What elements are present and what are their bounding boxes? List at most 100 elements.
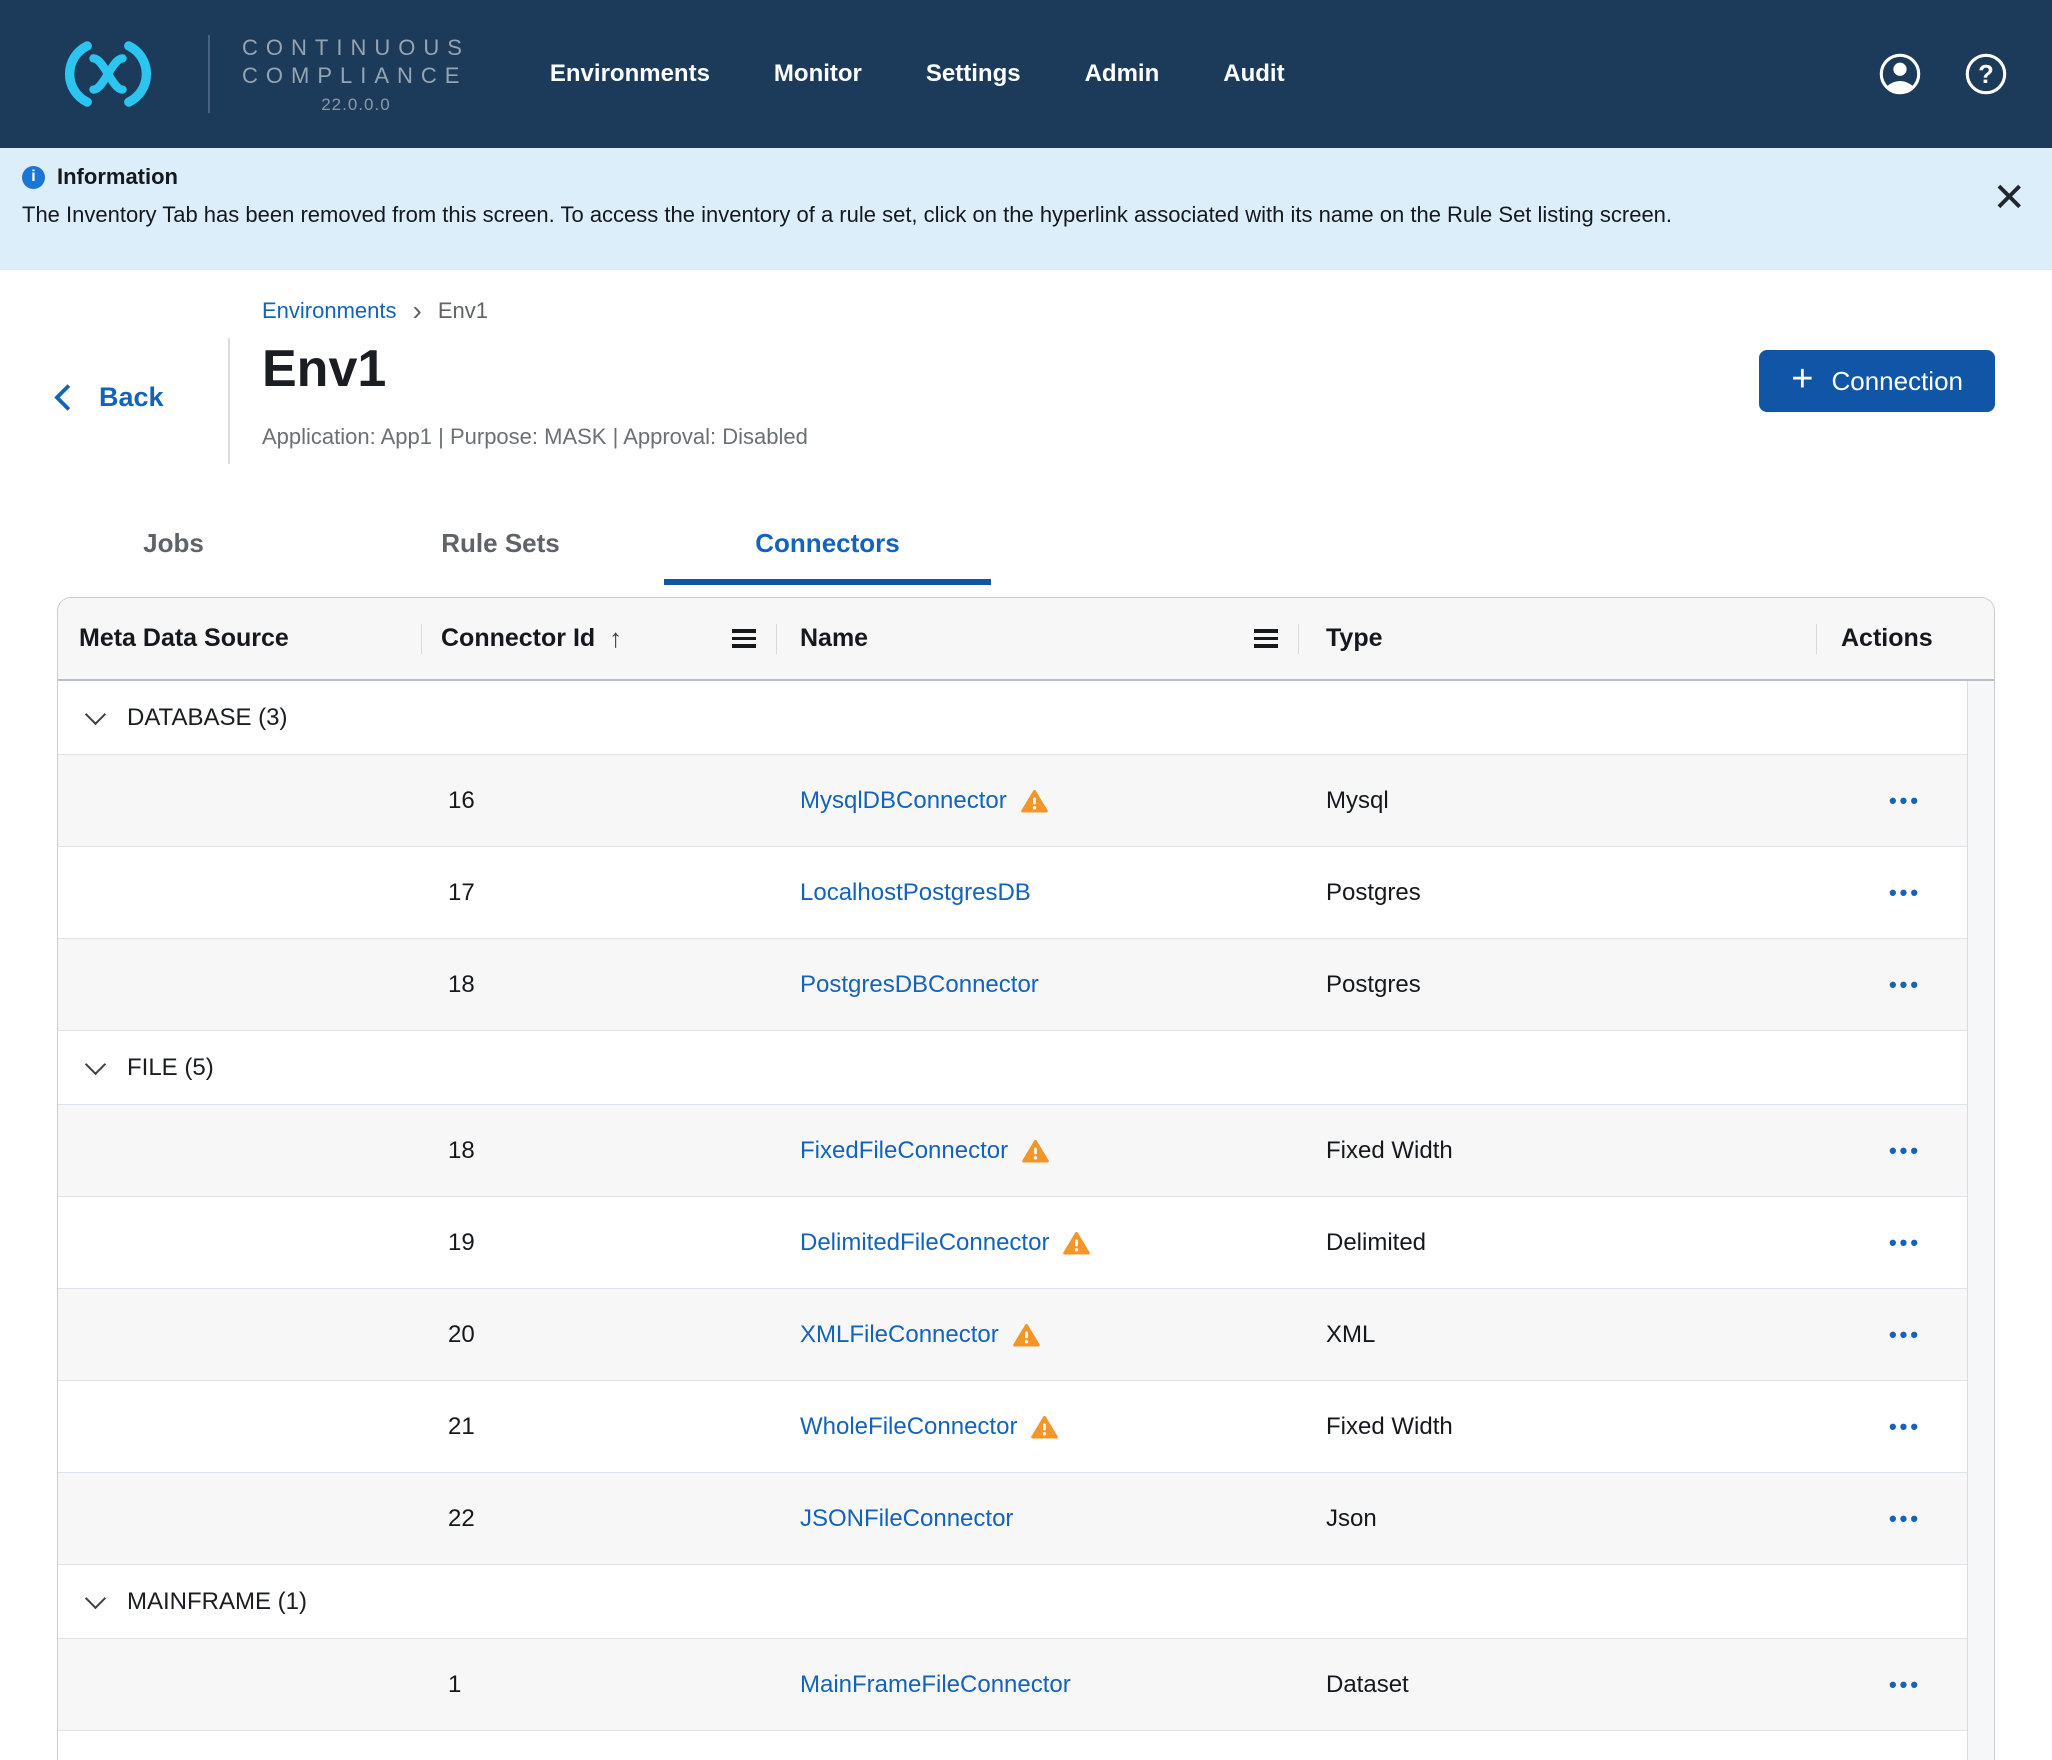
row-actions-button[interactable]: •••: [1879, 1668, 1931, 1702]
row-actions-button[interactable]: •••: [1879, 876, 1931, 910]
page-subtitle: Application: App1 | Purpose: MASK | Appr…: [262, 424, 2052, 450]
cell-meta-data-source: [58, 1197, 421, 1288]
table-row: 16 MysqlDBConnector Mysql •••: [58, 755, 1994, 847]
more-actions-icon: •••: [1889, 1506, 1921, 1531]
group-label: MAINFRAME (1): [127, 1588, 307, 1616]
nav-item-monitor[interactable]: Monitor: [774, 60, 862, 88]
column-header-actions: Actions: [1816, 598, 1994, 679]
connector-name-link[interactable]: DelimitedFileConnector: [800, 1229, 1049, 1257]
tab-rule-sets[interactable]: Rule Sets: [337, 512, 664, 585]
info-banner: i Information The Inventory Tab has been…: [0, 148, 2052, 270]
table-row: 21 WholeFileConnector Fixed Width •••: [58, 1381, 1994, 1473]
cell-type: Fixed Width: [1298, 1105, 1816, 1196]
breadcrumb: Environments › Env1: [0, 270, 2052, 324]
breadcrumb-current: Env1: [438, 298, 488, 324]
tab-connectors[interactable]: Connectors: [664, 512, 991, 585]
cell-type: Mysql: [1298, 755, 1816, 846]
chevron-down-icon[interactable]: [85, 1054, 106, 1075]
cell-type: Postgres: [1298, 847, 1816, 938]
cell-meta-data-source: [58, 1105, 421, 1196]
connector-name-link[interactable]: FixedFileConnector: [800, 1137, 1008, 1165]
delphix-logo-icon[interactable]: [56, 39, 160, 109]
nav-item-environments[interactable]: Environments: [550, 60, 710, 88]
cell-connector-id: 16: [421, 755, 776, 846]
brand-line2: COMPLIANCE: [242, 62, 470, 90]
connector-name-link[interactable]: PostgresDBConnector: [800, 971, 1039, 999]
connector-id-value: 18: [448, 1137, 475, 1165]
connector-id-value: 19: [448, 1229, 475, 1257]
table-row: 18PostgresDBConnectorPostgres•••: [58, 939, 1994, 1031]
connector-name-link[interactable]: XMLFileConnector: [800, 1321, 999, 1349]
column-header-type[interactable]: Type: [1298, 598, 1816, 679]
add-connection-button[interactable]: + Connection: [1759, 350, 1995, 412]
cell-meta-data-source: [58, 1289, 421, 1380]
connector-type-value: XML: [1326, 1321, 1375, 1349]
table-row: 1MainFrameFileConnectorDataset•••: [58, 1639, 1994, 1731]
row-actions-button[interactable]: •••: [1879, 968, 1931, 1002]
cell-meta-data-source: [58, 1381, 421, 1472]
connector-id-value: 21: [448, 1413, 475, 1441]
column-header-connector-id[interactable]: Connector Id ↑: [421, 598, 776, 679]
connector-name-link[interactable]: WholeFileConnector: [800, 1413, 1017, 1441]
cell-type: XML: [1298, 1289, 1816, 1380]
column-header-name[interactable]: Name: [776, 598, 1298, 679]
row-actions-button[interactable]: •••: [1879, 1410, 1931, 1444]
more-actions-icon: •••: [1889, 880, 1921, 905]
group-row-file-5[interactable]: FILE (5): [58, 1031, 1994, 1105]
connector-name-link[interactable]: LocalhostPostgresDB: [800, 879, 1031, 907]
column-menu-icon[interactable]: [1254, 629, 1278, 648]
cell-connector-id: 21: [421, 1381, 776, 1472]
row-actions-button[interactable]: •••: [1879, 1502, 1931, 1536]
cell-connector-id: 22: [421, 1473, 776, 1564]
banner-message: The Inventory Tab has been removed from …: [22, 202, 2052, 228]
connector-id-value: 20: [448, 1321, 475, 1349]
more-actions-icon: •••: [1889, 1230, 1921, 1255]
row-actions-button[interactable]: •••: [1879, 1134, 1931, 1168]
chevron-down-icon[interactable]: [85, 1588, 106, 1609]
connector-name-link[interactable]: MysqlDBConnector: [800, 787, 1007, 815]
breadcrumb-environments[interactable]: Environments: [262, 298, 397, 324]
group-row-mainframe-1[interactable]: MAINFRAME (1): [58, 1565, 1994, 1639]
table-scrollbar[interactable]: [1967, 681, 1994, 1760]
connector-id-value: 16: [448, 787, 475, 815]
column-label: Connector Id: [441, 624, 595, 653]
back-label: Back: [99, 382, 164, 413]
column-header-meta-data-source[interactable]: Meta Data Source: [58, 598, 421, 679]
back-button[interactable]: Back: [58, 382, 164, 413]
close-icon[interactable]: ✕: [1992, 178, 2026, 218]
tab-bar: JobsRule SetsConnectors: [10, 512, 2052, 585]
cell-meta-data-source: [58, 847, 421, 938]
account-icon[interactable]: [1878, 52, 1922, 96]
tab-jobs[interactable]: Jobs: [10, 512, 337, 585]
more-actions-icon: •••: [1889, 1138, 1921, 1163]
help-icon[interactable]: ?: [1964, 52, 2008, 96]
page-header: Back Env1 Application: App1 | Purpose: M…: [0, 338, 2052, 464]
brand-line1: CONTINUOUS: [242, 34, 470, 62]
connector-name-link[interactable]: MainFrameFileConnector: [800, 1671, 1071, 1699]
group-row-database-3[interactable]: DATABASE (3): [58, 681, 1994, 755]
connector-id-value: 17: [448, 879, 475, 907]
more-actions-icon: •••: [1889, 788, 1921, 813]
nav-item-audit[interactable]: Audit: [1223, 60, 1284, 88]
connector-id-value: 1: [448, 1671, 461, 1699]
warning-icon: [1021, 789, 1048, 814]
table-row: 19 DelimitedFileConnector Delimited •••: [58, 1197, 1994, 1289]
connector-name-link[interactable]: JSONFileConnector: [800, 1505, 1013, 1533]
column-menu-icon[interactable]: [732, 629, 756, 648]
row-actions-button[interactable]: •••: [1879, 784, 1931, 818]
cell-connector-id: 18: [421, 1105, 776, 1196]
nav-item-admin[interactable]: Admin: [1085, 60, 1160, 88]
cell-type: Delimited: [1298, 1197, 1816, 1288]
column-label: Actions: [1841, 624, 1933, 653]
connector-type-value: Fixed Width: [1326, 1413, 1453, 1441]
row-actions-button[interactable]: •••: [1879, 1226, 1931, 1260]
chevron-down-icon[interactable]: [85, 704, 106, 725]
table-row: 18 FixedFileConnector Fixed Width •••: [58, 1105, 1994, 1197]
sort-ascending-icon[interactable]: ↑: [609, 623, 622, 654]
nav-item-settings[interactable]: Settings: [926, 60, 1021, 88]
chevron-left-icon: [54, 384, 81, 411]
row-actions-button[interactable]: •••: [1879, 1318, 1931, 1352]
cell-connector-id: 20: [421, 1289, 776, 1380]
connection-button-label: Connection: [1831, 366, 1963, 397]
table-row: 20 XMLFileConnector XML •••: [58, 1289, 1994, 1381]
